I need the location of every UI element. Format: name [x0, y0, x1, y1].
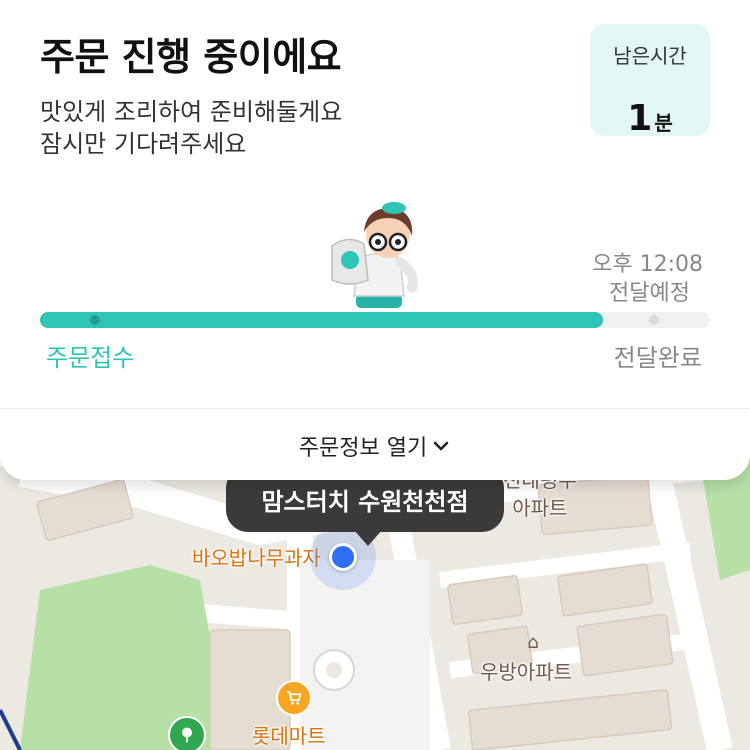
divider — [0, 408, 750, 409]
map-label-lotte-mart[interactable]: 롯데마트 — [252, 720, 326, 749]
subtitle-line-1: 맛있게 조리하여 준비해둘게요 — [40, 98, 343, 126]
progress-step-marker-start — [90, 315, 100, 325]
map-label-bakery[interactable]: 바오밥나무과자 — [192, 542, 321, 571]
step-order-received: 주문접수 — [46, 344, 135, 372]
store-location-marker[interactable] — [329, 543, 357, 571]
estimated-delivery-label: 전달예정 — [609, 281, 690, 306]
tree-icon[interactable] — [168, 716, 206, 750]
house-icon: ⌂ — [527, 632, 539, 653]
status-description: 맛있게 조리하여 준비해둘게요 잠시만 기다려주세요 — [40, 96, 342, 160]
remaining-time-value: 1분 — [590, 98, 710, 139]
order-status-card: 주문 진행 중이에요 맛있게 조리하여 준비해둘게요 잠시만 기다려주세요 남은… — [0, 0, 750, 480]
page-title: 주문 진행 중이에요 — [40, 35, 342, 79]
remaining-time-label: 남은시간 — [613, 44, 687, 68]
order-progress-fill — [40, 312, 603, 328]
progress-step-marker-end — [649, 315, 659, 325]
estimated-delivery-time: 오후 12:08 — [592, 252, 703, 277]
remaining-time-box: 남은시간 1분 — [590, 24, 710, 139]
cart-icon[interactable] — [276, 680, 312, 716]
order-info-toggle-button[interactable]: 주문정보 열기 — [0, 428, 750, 464]
order-progress-bar — [40, 312, 710, 328]
delivery-mascot-icon — [331, 202, 418, 308]
chevron-down-icon — [433, 441, 449, 451]
map-label-woobang-apartment[interactable]: 우방아파트 — [480, 656, 572, 685]
remaining-time-unit: 분 — [654, 111, 673, 135]
step-delivery-complete: 전달완료 — [613, 344, 702, 372]
remaining-time-number: 1 — [627, 98, 653, 139]
order-info-toggle-label: 주문정보 열기 — [298, 436, 428, 461]
subtitle-line-2: 잠시만 기다려주세요 — [40, 130, 247, 158]
